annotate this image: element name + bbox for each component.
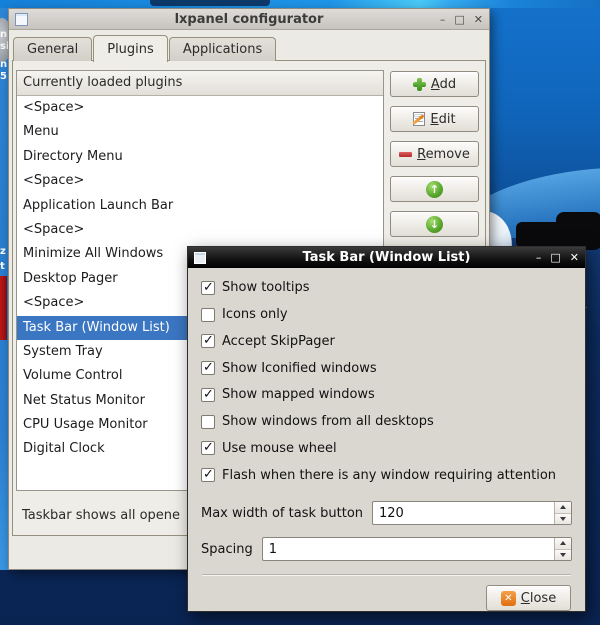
close-icon[interactable]: ✕	[570, 252, 579, 263]
taskbar-settings-dialog: Task Bar (Window List) – □ ✕ Show toolti…	[187, 246, 586, 612]
close-icon[interactable]: ✕	[474, 14, 483, 25]
list-item[interactable]: Directory Menu	[17, 145, 383, 169]
checkbox-icon[interactable]	[201, 308, 215, 322]
remove-minus-icon	[399, 152, 412, 157]
checkbox-icon[interactable]	[201, 441, 215, 455]
dialog-actions: ✕ Close	[201, 585, 572, 611]
edge-text-fragment: n	[0, 60, 7, 70]
desktop-left-edge: n si n 5 z t	[0, 8, 8, 570]
maximize-icon[interactable]: □	[550, 252, 560, 263]
spacing-value[interactable]: 1	[263, 542, 554, 557]
dialog-title: Task Bar (Window List)	[188, 250, 585, 265]
maximize-icon[interactable]: □	[454, 14, 464, 25]
list-item[interactable]: Menu	[17, 120, 383, 144]
list-item[interactable]: <Space>	[17, 169, 383, 193]
checkbox-all-desktops[interactable]: Show windows from all desktops	[201, 414, 572, 430]
add-button[interactable]: Add	[390, 71, 479, 97]
spin-down-icon[interactable]	[555, 550, 571, 561]
max-width-label: Max width of task button	[201, 506, 363, 521]
checkbox-icon[interactable]	[201, 334, 215, 348]
list-item[interactable]: Application Launch Bar	[17, 194, 383, 218]
plugin-list-header[interactable]: Currently loaded plugins	[17, 71, 383, 96]
remove-button[interactable]: Remove	[390, 141, 479, 167]
checkbox-mouse-wheel[interactable]: Use mouse wheel	[201, 441, 572, 457]
main-titlebar[interactable]: lxpanel configurator – □ ✕	[9, 9, 489, 30]
edge-text-fragment: t	[0, 262, 5, 272]
divider	[202, 574, 571, 576]
desktop-logo-shape	[556, 212, 600, 250]
arrow-down-icon: ↓	[426, 216, 443, 233]
checkbox-icon[interactable]	[201, 361, 215, 375]
checkbox-icons-only[interactable]: Icons only	[201, 307, 572, 323]
plugin-actions: Add Edit Remove ↑ ↓	[390, 71, 479, 237]
move-up-button[interactable]: ↑	[390, 176, 479, 202]
dialog-titlebar[interactable]: Task Bar (Window List) – □ ✕	[188, 247, 585, 268]
tab-bar: General Plugins Applications	[13, 33, 277, 61]
minimize-icon[interactable]: –	[440, 14, 446, 25]
close-button[interactable]: ✕ Close	[486, 585, 571, 611]
plugin-description-text: Taskbar shows all opene	[22, 508, 180, 523]
max-width-value[interactable]: 120	[373, 506, 554, 521]
tab-general[interactable]: General	[13, 37, 92, 61]
dialog-body: Show tooltips Icons only Accept SkipPage…	[188, 268, 585, 611]
checkbox-show-tooltips[interactable]: Show tooltips	[201, 280, 572, 296]
checkbox-icon[interactable]	[201, 415, 215, 429]
spin-down-icon[interactable]	[555, 514, 571, 525]
edge-text-fragment: n	[0, 30, 7, 40]
list-item[interactable]: <Space>	[17, 218, 383, 242]
minimize-icon[interactable]: –	[536, 252, 542, 263]
checkbox-icon[interactable]	[201, 388, 215, 402]
checkbox-accept-skippager[interactable]: Accept SkipPager	[201, 334, 572, 350]
checkbox-icon[interactable]	[201, 468, 215, 482]
window-menu-icon[interactable]	[15, 13, 28, 26]
background-red-block	[0, 276, 7, 340]
move-down-button[interactable]: ↓	[390, 211, 479, 237]
desktop-top-banner	[0, 0, 600, 8]
checkbox-show-mapped[interactable]: Show mapped windows	[201, 387, 572, 403]
checkbox-flash-attention[interactable]: Flash when there is any window requiring…	[201, 467, 572, 483]
edit-button[interactable]: Edit	[390, 106, 479, 132]
window-menu-icon[interactable]	[194, 252, 206, 264]
spacing-spinner[interactable]: 1	[262, 537, 572, 561]
edge-text-fragment: z	[0, 247, 6, 257]
add-plus-icon	[413, 78, 426, 91]
spin-up-icon[interactable]	[555, 538, 571, 550]
close-x-icon: ✕	[501, 591, 516, 606]
checkbox-icon[interactable]	[201, 281, 215, 295]
spacing-label: Spacing	[201, 542, 253, 557]
max-width-spinner[interactable]: 120	[372, 501, 572, 525]
tab-plugins[interactable]: Plugins	[93, 35, 168, 62]
list-item[interactable]: <Space>	[17, 96, 383, 120]
spin-up-icon[interactable]	[555, 502, 571, 514]
edit-pencil-icon	[413, 112, 425, 126]
arrow-up-icon: ↑	[426, 181, 443, 198]
spacing-row: Spacing 1	[201, 537, 572, 561]
tab-applications[interactable]: Applications	[169, 37, 276, 61]
max-width-row: Max width of task button 120	[201, 501, 572, 525]
edge-text-fragment: 5	[0, 72, 7, 82]
checkbox-show-iconified[interactable]: Show Iconified windows	[201, 360, 572, 376]
window-title: lxpanel configurator	[9, 12, 489, 27]
